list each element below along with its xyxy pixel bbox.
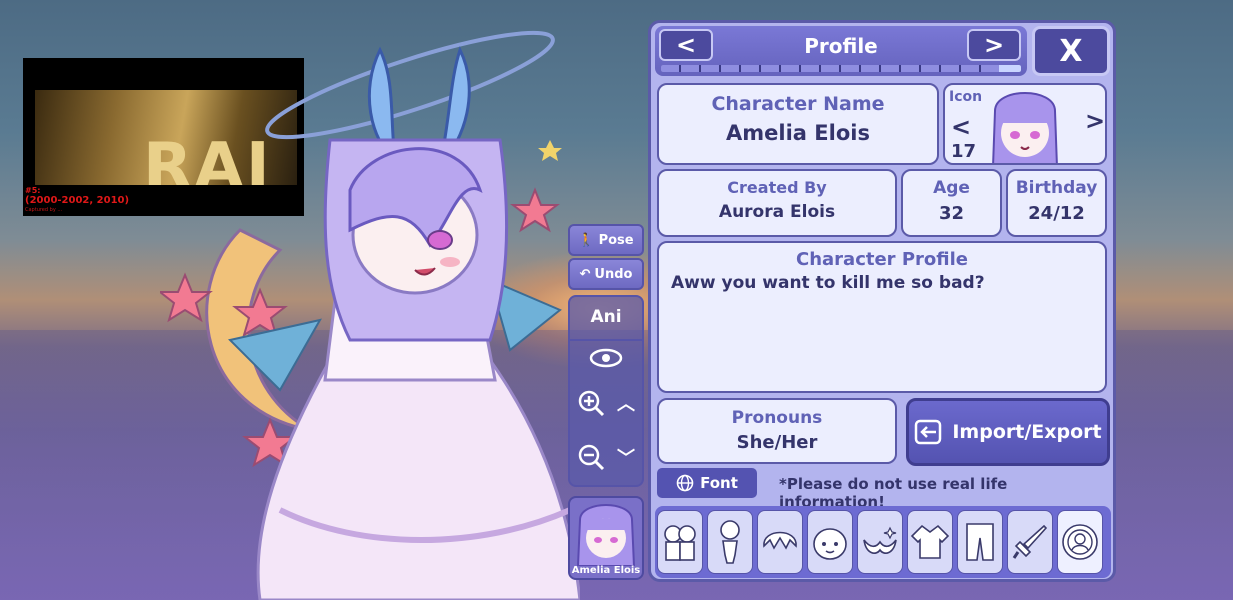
camera-down-button[interactable]: ﹀ [610,437,642,477]
font-label: Font [700,474,738,492]
eye-icon [589,348,623,368]
view-controls: Ani ︿ ﹀ [568,295,644,487]
created-by-value: Aurora Elois [718,202,836,222]
pronouns-value: She/Her [736,432,818,453]
character-name-value: Amelia Elois [726,121,870,145]
top-clothing-icon [910,524,950,559]
icon-number: 17 [951,141,977,162]
character-thumbnail[interactable]: Amelia Elois [568,496,644,580]
pose-button[interactable]: 🚶 Pose [568,224,644,256]
import-export-icon [915,419,942,445]
video-caption-years: (2000-2002, 2010) [25,195,130,206]
tab-tops[interactable] [907,510,953,574]
character-profile-text: Aww you want to kill me so bad? [671,273,985,293]
globe-icon [676,474,694,492]
tab-bottoms[interactable] [957,510,1003,574]
import-export-button[interactable]: Import/Export [906,398,1110,466]
character-avatar-icon [576,504,636,566]
ani-label: Ani [590,307,622,327]
accessory-icon [863,526,897,554]
category-tab-bar [655,506,1111,578]
tab-accessories[interactable] [857,510,903,574]
tab-characters[interactable] [657,510,703,574]
font-button[interactable]: Font [657,468,757,498]
birthday-value: 24/12 [1028,203,1085,224]
chevron-right-icon: > [983,31,1005,59]
face-icon [813,528,847,560]
eye-button[interactable] [570,339,642,375]
undo-button[interactable]: ↶ Undo [568,258,644,290]
pronouns-box[interactable]: Pronouns She/Her [657,398,897,464]
zoom-in-icon [578,390,605,417]
zoom-out-button[interactable] [574,437,608,477]
profile-badge-icon [1062,524,1098,560]
tab-weapons[interactable] [1007,510,1053,574]
icon-prev-button[interactable]: < [951,113,971,141]
character-icon-portrait [992,92,1058,163]
profile-panel: Profile < > X Character Name Amelia Eloi… [648,20,1116,582]
next-page-button[interactable]: > [967,29,1021,61]
tab-profile[interactable] [1057,510,1103,574]
tab-face[interactable] [807,510,853,574]
video-caption-number: #5: [25,186,41,195]
age-value: 32 [938,203,965,224]
chevron-right-icon: > [1085,107,1106,135]
chevron-left-icon: < [951,113,972,141]
prev-page-button[interactable]: < [659,29,713,61]
hair-icon [763,531,797,550]
zoom-in-button[interactable] [574,383,608,423]
birthday-label: Birthday [1015,178,1098,198]
close-icon: X [1059,33,1083,69]
birthday-box[interactable]: Birthday 24/12 [1006,169,1107,237]
characters-icon [664,525,696,561]
profile-header: Profile < > [655,26,1027,76]
pose-label: Pose [598,232,634,248]
icon-box: Icon < 17 > [943,83,1107,165]
undo-icon: ↶ [579,266,591,282]
age-box[interactable]: Age 32 [901,169,1002,237]
bottom-clothing-icon [966,523,994,561]
character-profile-label: Character Profile [796,249,968,270]
chevron-down-icon: ﹀ [617,448,635,469]
close-button[interactable]: X [1032,26,1110,76]
page-progress-bar [661,65,1021,72]
chevron-up-icon: ︿ [617,394,635,415]
character-name-box[interactable]: Character Name Amelia Elois [657,83,939,165]
chevron-left-icon: < [675,31,697,59]
camera-up-button[interactable]: ︿ [610,383,642,423]
character-name-label: Character Name [711,93,885,115]
icon-label: Icon [949,89,983,105]
age-label: Age [933,178,970,198]
progress-fill [661,65,1003,72]
body-icon [720,520,740,564]
created-by-label: Created By [727,178,827,197]
weapon-icon [1012,524,1048,559]
character-profile-box[interactable]: Character Profile Aww you want to kill m… [657,241,1107,393]
ani-button[interactable]: Ani [570,301,642,333]
progress-end-marker [999,65,1021,72]
icon-next-button[interactable]: > [1085,107,1105,135]
created-by-box[interactable]: Created By Aurora Elois [657,169,897,237]
undo-label: Undo [594,266,633,282]
pose-icon: 🚶 [578,232,595,248]
zoom-out-icon [578,444,605,471]
video-caption-credit: Captured by ... [25,207,63,213]
character-art[interactable] [160,30,580,600]
tab-body[interactable] [707,510,753,574]
import-export-label: Import/Export [952,421,1102,443]
thumbnail-name: Amelia Elois [571,565,641,576]
tab-hair[interactable] [757,510,803,574]
pronouns-label: Pronouns [731,408,823,428]
